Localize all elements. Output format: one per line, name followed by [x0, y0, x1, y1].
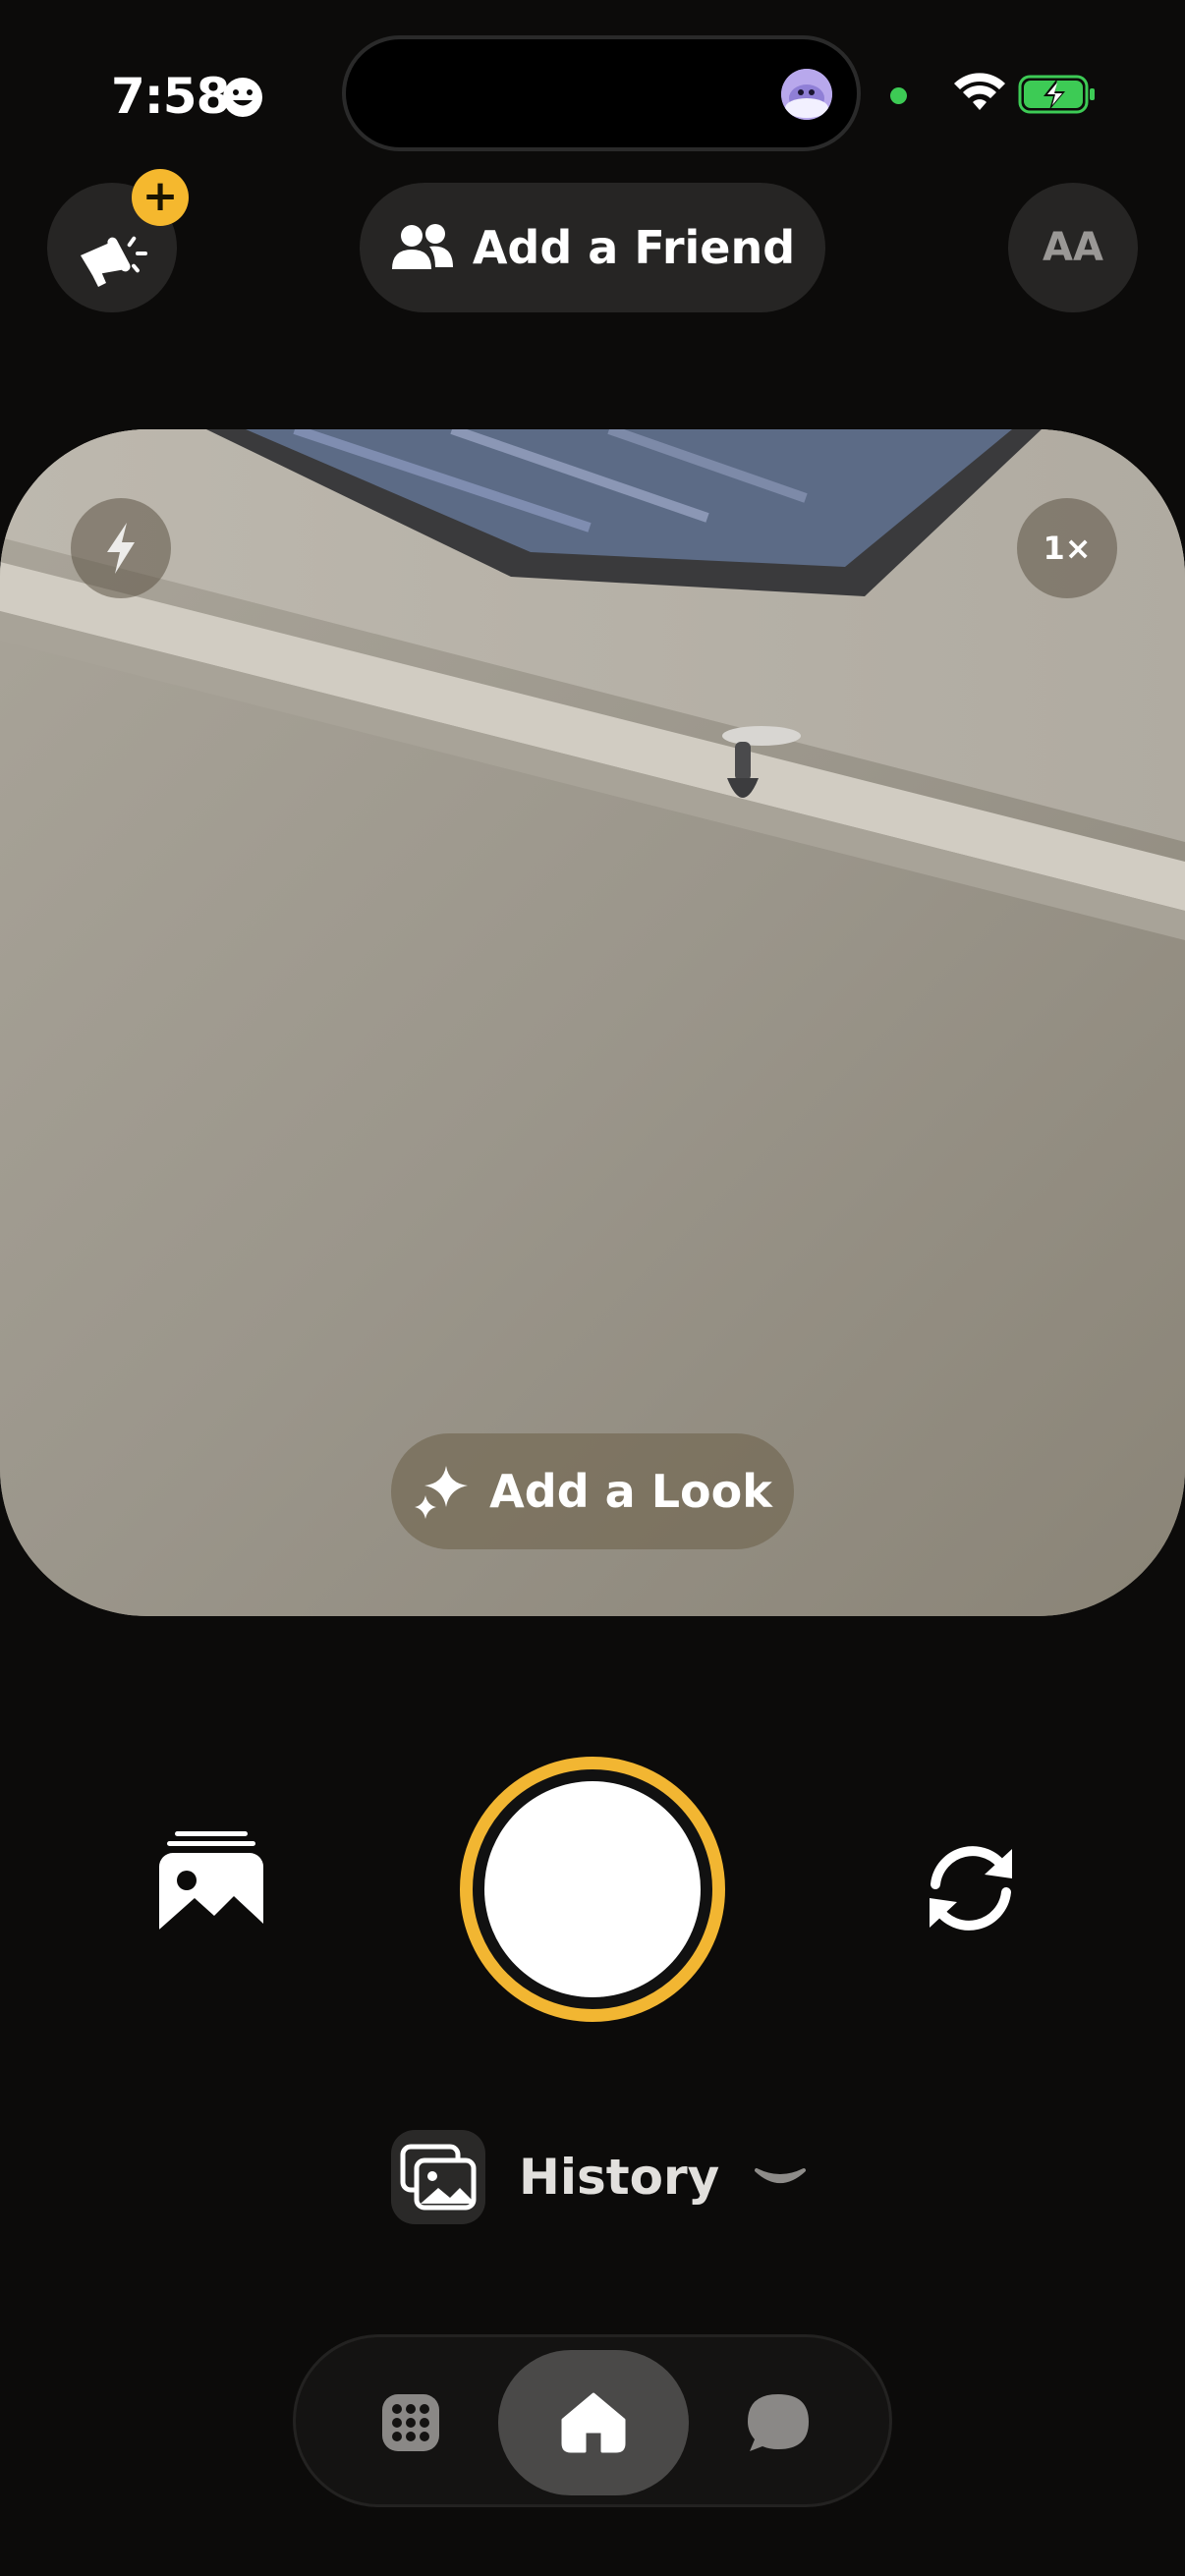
- chevron-down-icon: [755, 2168, 807, 2183]
- sparkles-icon: [415, 1466, 469, 1519]
- photos-icon: [391, 2130, 485, 2224]
- home-icon: [561, 2392, 626, 2453]
- privacy-indicator-dot: [890, 87, 907, 104]
- wifi-icon: [954, 73, 1005, 110]
- zoom-button[interactable]: 1×: [1017, 498, 1117, 598]
- tab-chat[interactable]: [734, 2379, 822, 2467]
- gallery-icon: [159, 1831, 263, 1941]
- add-badge: +: [132, 169, 189, 226]
- smiley-face-icon: [223, 78, 262, 117]
- battery-charging-icon: [1018, 75, 1095, 114]
- add-friend-button[interactable]: Add a Friend: [360, 183, 825, 312]
- shutter-button-inner: [484, 1781, 701, 1997]
- tab-home[interactable]: [498, 2350, 689, 2495]
- status-time: 7:58: [111, 68, 230, 125]
- shutter-button[interactable]: [460, 1757, 725, 2022]
- avatar-icon: [781, 69, 832, 120]
- history-dropdown[interactable]: History: [391, 2128, 808, 2226]
- font-style-label: AA: [1043, 225, 1103, 270]
- grid-icon: [382, 2394, 439, 2451]
- chat-icon: [748, 2394, 809, 2451]
- gallery-button[interactable]: [157, 1827, 265, 1943]
- flash-icon: [107, 523, 135, 574]
- friends-icon: [391, 224, 453, 269]
- add-friend-label: Add a Friend: [472, 221, 796, 274]
- tab-bar: [293, 2334, 892, 2507]
- flash-toggle-button[interactable]: [71, 498, 171, 598]
- add-look-label: Add a Look: [489, 1465, 772, 1518]
- add-look-button[interactable]: Add a Look: [391, 1433, 794, 1549]
- tab-grid[interactable]: [367, 2379, 455, 2467]
- flip-camera-icon: [930, 1846, 1012, 1931]
- flip-camera-button[interactable]: [910, 1835, 1032, 1941]
- font-style-button[interactable]: AA: [1008, 183, 1138, 312]
- history-label: History: [519, 2149, 720, 2206]
